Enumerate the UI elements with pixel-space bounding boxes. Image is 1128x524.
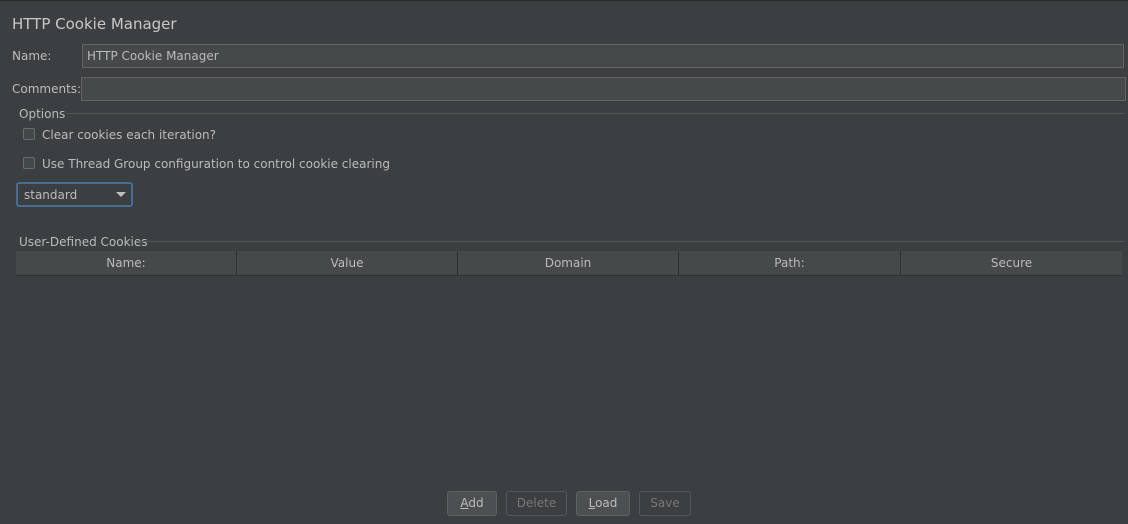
use-thread-group-checkbox[interactable] <box>23 157 35 169</box>
options-group-title: Options <box>19 107 66 121</box>
name-field[interactable] <box>82 44 1124 68</box>
cookie-policy-value: standard <box>24 188 78 202</box>
delete-button[interactable]: Delete <box>506 491 567 516</box>
clear-cookies-checkbox[interactable] <box>23 128 35 140</box>
column-header-name[interactable]: Name: <box>16 251 237 276</box>
column-header-path[interactable]: Path: <box>679 251 901 276</box>
comments-field[interactable] <box>81 77 1126 101</box>
comments-label: Comments: <box>12 82 82 96</box>
name-label: Name: <box>12 49 52 63</box>
use-thread-group-label[interactable]: Use Thread Group configuration to contro… <box>42 157 390 171</box>
column-header-value[interactable]: Value <box>237 251 458 276</box>
clear-cookies-label[interactable]: Clear cookies each iteration? <box>42 128 216 142</box>
page-title: HTTP Cookie Manager <box>12 15 177 33</box>
cookies-table-body[interactable] <box>16 276 1122 484</box>
column-header-secure[interactable]: Secure <box>901 251 1122 276</box>
column-header-domain[interactable]: Domain <box>458 251 679 276</box>
cookies-table-header: Name: Value Domain Path: Secure <box>16 251 1122 276</box>
load-button[interactable]: Load <box>576 491 630 516</box>
cookie-policy-select[interactable]: standard <box>16 182 133 207</box>
cookies-group-divider <box>138 241 1124 242</box>
cookies-group-title: User-Defined Cookies <box>19 235 148 249</box>
options-group-divider <box>66 113 1124 114</box>
save-button[interactable]: Save <box>639 491 691 516</box>
window-top-border <box>0 0 1128 1</box>
chevron-down-icon <box>116 192 126 197</box>
add-button[interactable]: Add <box>447 491 497 516</box>
